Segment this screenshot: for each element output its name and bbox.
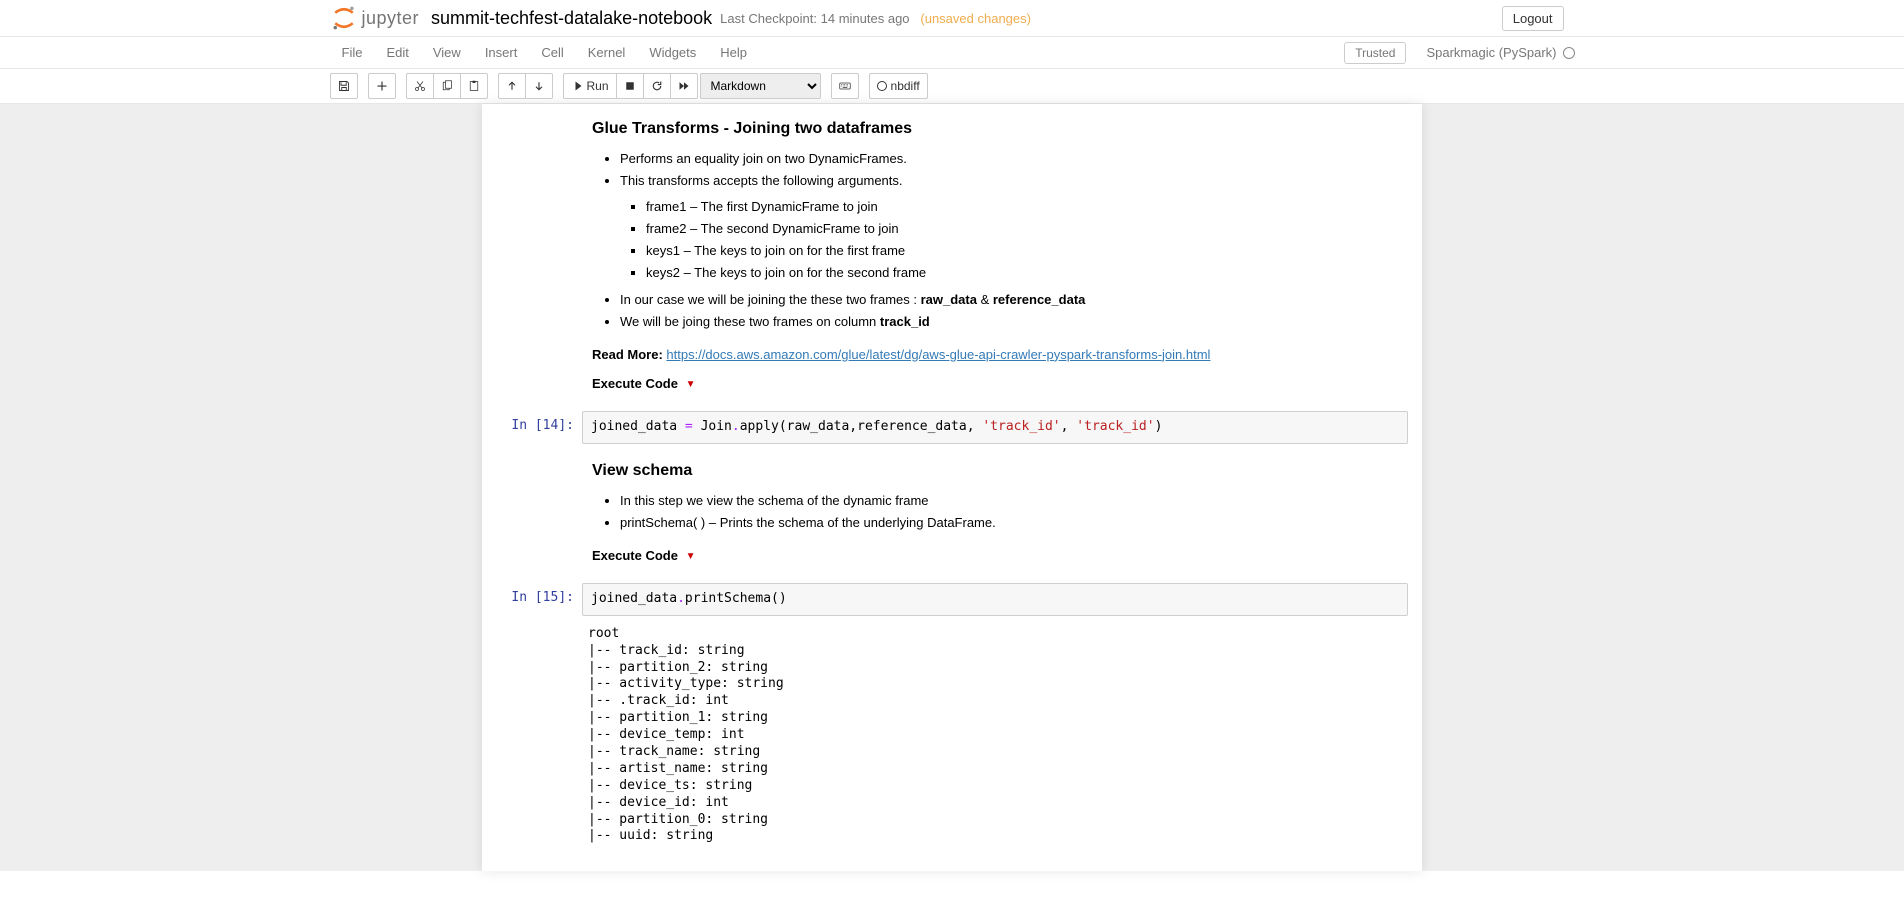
kernel-status-icon [1563,47,1575,59]
kernel-indicator[interactable]: Sparkmagic (PySpark) [1426,45,1574,60]
code-input[interactable]: joined_data.printSchema() [582,583,1408,616]
input-prompt: In [14]: [482,411,582,444]
nbdiff-button[interactable]: nbdiff [869,73,928,99]
unsaved-indicator: (unsaved changes) [920,11,1031,26]
jupyter-logo[interactable]: jupyter [330,4,432,32]
menu-kernel[interactable]: Kernel [576,37,638,68]
run-label: Run [587,79,609,93]
fast-forward-icon [678,80,690,92]
cell-heading: Glue Transforms - Joining two dataframes [592,120,1312,138]
checkpoint-time: 14 minutes ago [821,11,910,26]
add-cell-button[interactable] [368,73,396,99]
menu-file[interactable]: File [330,37,375,68]
run-icon [571,80,583,92]
code-cell[interactable]: In [15]: joined_data.printSchema() [482,581,1422,618]
notebook-name[interactable]: summit-techfest-datalake-notebook [431,8,712,29]
checkpoint-status: Last Checkpoint: 14 minutes ago (unsaved… [720,11,1031,26]
checkpoint-prefix: Last Checkpoint: [720,11,817,26]
trusted-indicator[interactable]: Trusted [1344,42,1406,64]
restart-button[interactable] [643,73,671,99]
code-input[interactable]: joined_data = Join.apply(raw_data,refere… [582,411,1408,444]
arrow-down-red-icon: ▼ [686,551,696,562]
notebook-area: Glue Transforms - Joining two dataframes… [0,104,1904,871]
menubar: File Edit View Insert Cell Kernel Widget… [0,37,1904,69]
list-item: keys2 – The keys to join on for the seco… [646,262,1312,284]
cell-heading: View schema [592,462,1312,480]
input-prompt: In [15]: [482,583,582,616]
run-button[interactable]: Run [563,73,617,99]
output-text: root |-- track_id: string |-- partition_… [582,620,1408,850]
output-prompt [482,620,582,850]
arrow-down-red-icon: ▼ [686,379,696,390]
plus-icon [376,80,388,92]
list-item: Performs an equality join on two Dynamic… [620,148,1312,170]
keyboard-icon [839,80,851,92]
circle-icon [877,81,887,91]
menu-edit[interactable]: Edit [374,37,420,68]
list-item: We will be joing these two frames on col… [620,311,1312,333]
save-button[interactable] [330,73,358,99]
save-icon [338,80,350,92]
menu-help[interactable]: Help [708,37,759,68]
cut-button[interactable] [406,73,434,99]
copy-icon [441,80,453,92]
execute-label: Execute Code ▼ [592,376,1312,391]
menu-cell[interactable]: Cell [529,37,575,68]
list-item: In this step we view the schema of the d… [620,490,1312,512]
move-down-button[interactable] [525,73,553,99]
restart-icon [651,80,663,92]
read-more: Read More: https://docs.aws.amazon.com/g… [592,347,1312,362]
arrow-up-icon [506,80,518,92]
paste-button[interactable] [460,73,488,99]
kernel-name: Sparkmagic (PySpark) [1426,45,1556,60]
markdown-cell[interactable]: Glue Transforms - Joining two dataframes… [482,104,1422,409]
read-more-link[interactable]: https://docs.aws.amazon.com/glue/latest/… [666,347,1210,362]
copy-button[interactable] [433,73,461,99]
menu-view[interactable]: View [421,37,473,68]
execute-label: Execute Code ▼ [592,548,1312,563]
logout-button[interactable]: Logout [1502,6,1564,31]
cut-icon [414,80,426,92]
code-cell[interactable]: In [14]: joined_data = Join.apply(raw_da… [482,409,1422,446]
menu-insert[interactable]: Insert [473,37,530,68]
list-item: printSchema( ) – Prints the schema of th… [620,512,1312,534]
command-palette-button[interactable] [831,73,859,99]
interrupt-button[interactable] [616,73,644,99]
paste-icon [468,80,480,92]
list-item: frame1 – The first DynamicFrame to join [646,196,1312,218]
jupyter-brand-text: jupyter [362,8,420,29]
header: jupyter summit-techfest-datalake-noteboo… [0,0,1904,37]
list-item: This transforms accepts the following ar… [620,170,1312,284]
stop-icon [624,80,636,92]
list-item: frame2 – The second DynamicFrame to join [646,218,1312,240]
arrow-down-icon [533,80,545,92]
list-item: In our case we will be joining the these… [620,289,1312,311]
menu-widgets[interactable]: Widgets [637,37,708,68]
jupyter-logo-icon [330,4,358,32]
cell-type-select[interactable]: Code Markdown Raw NBConvert Heading [700,73,821,99]
restart-run-all-button[interactable] [670,73,698,99]
markdown-cell[interactable]: View schema In this step we view the sch… [482,446,1422,581]
move-up-button[interactable] [498,73,526,99]
nbdiff-label: nbdiff [891,79,920,93]
toolbar: Run Code Markdown Raw NBConvert Heading … [0,69,1904,104]
output-cell: root |-- track_id: string |-- partition_… [482,618,1422,852]
list-item: keys1 – The keys to join on for the firs… [646,240,1312,262]
